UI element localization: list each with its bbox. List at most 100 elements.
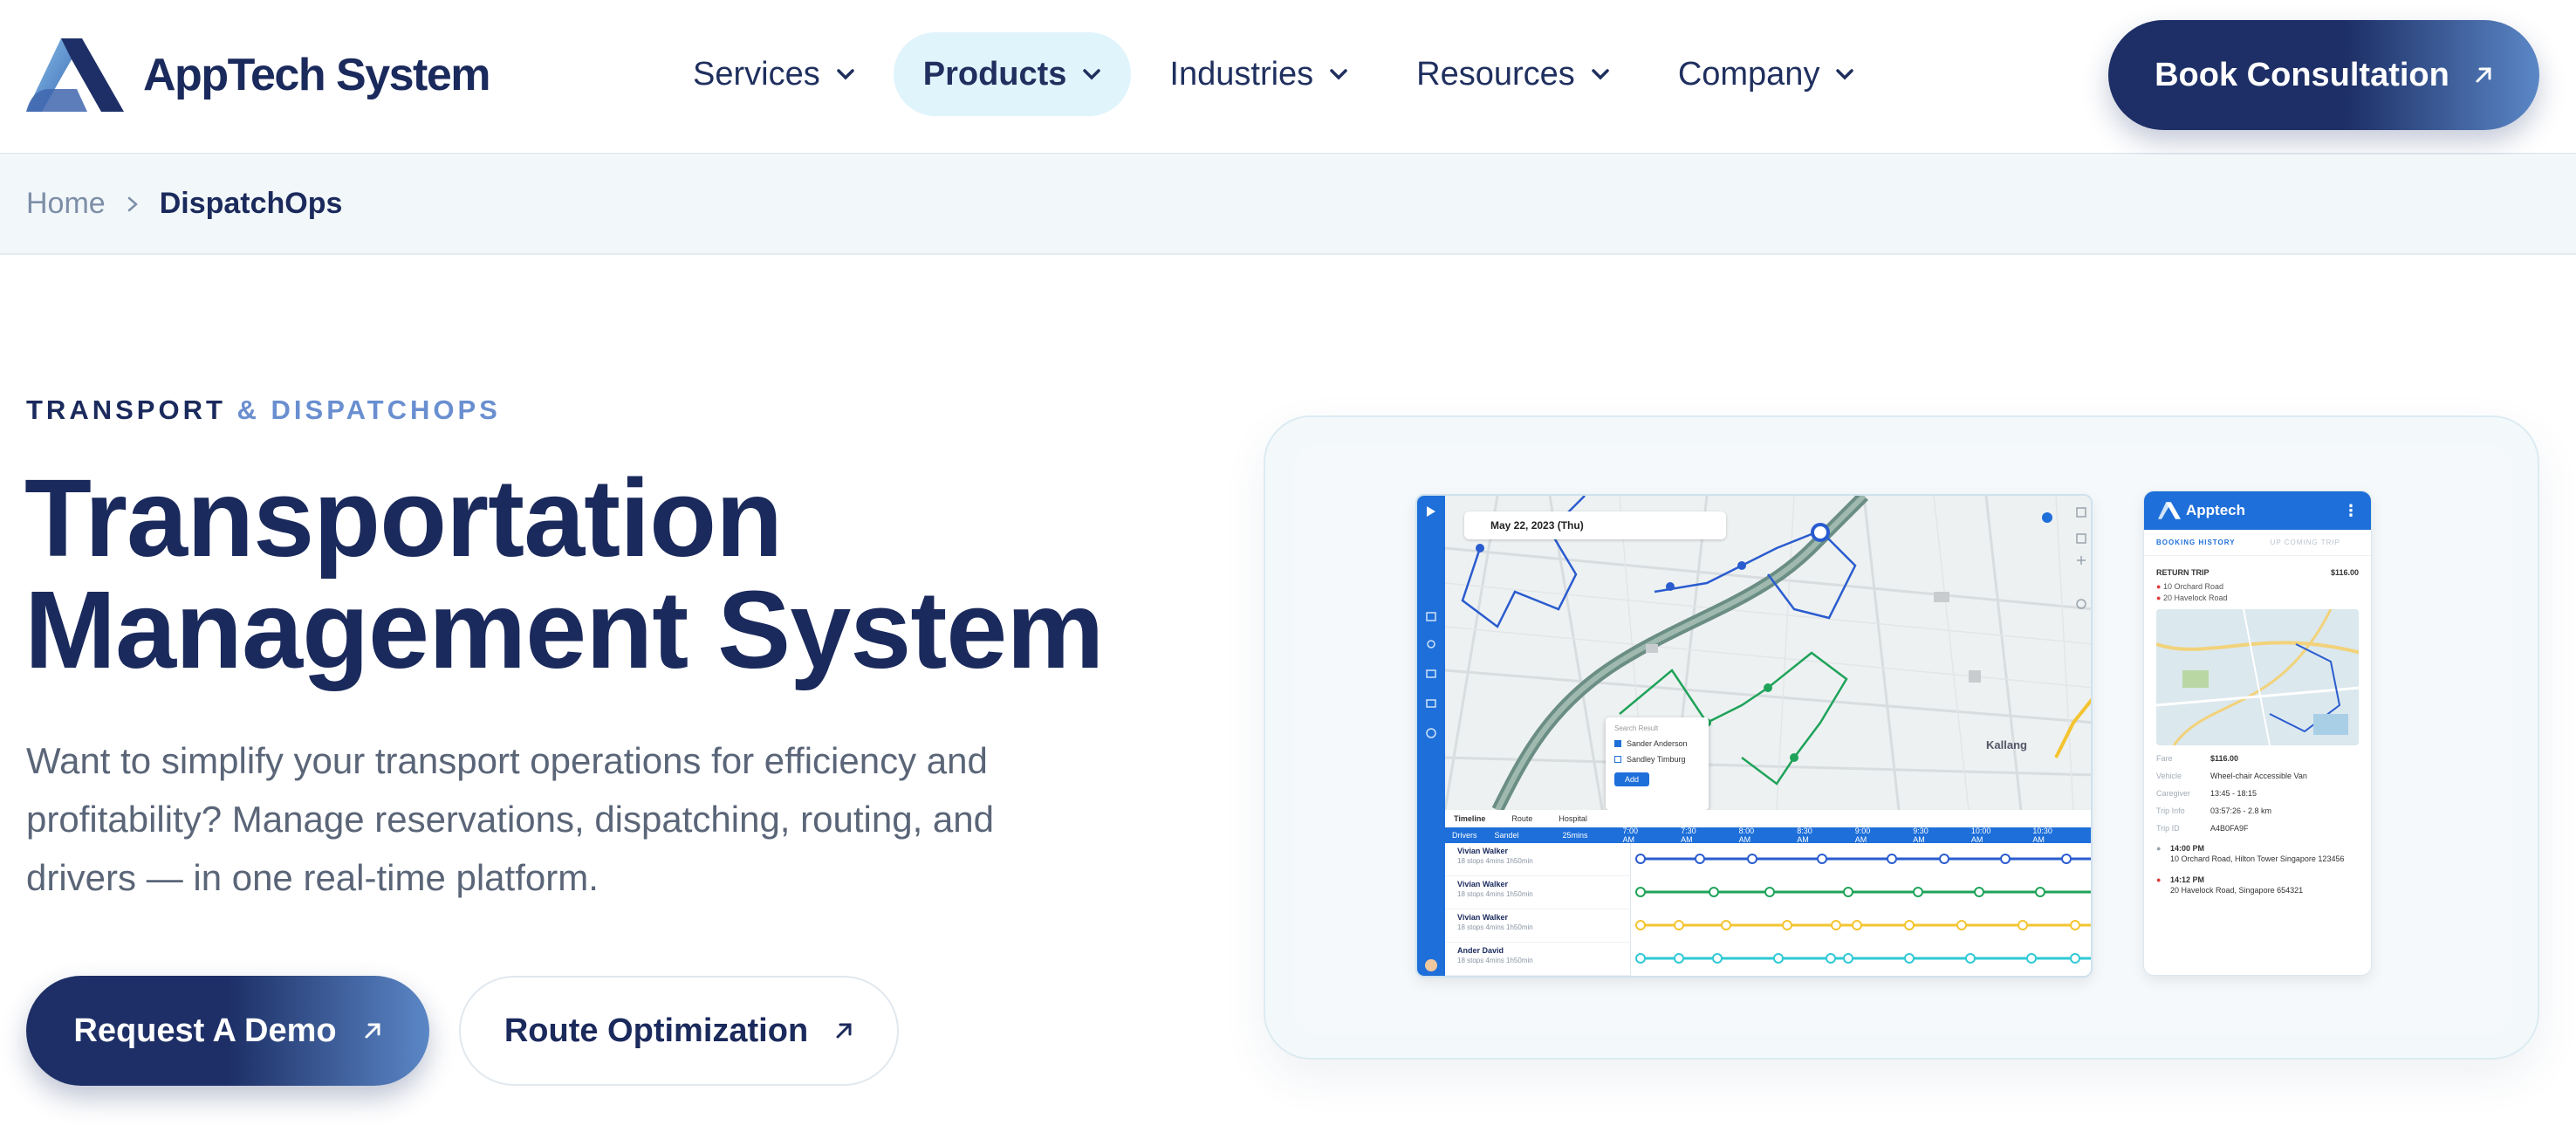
nav-item-company[interactable]: Company <box>1648 32 1885 116</box>
arrow-up-right-icon <box>836 1023 852 1039</box>
trip-from: ● 10 Orchard Road <box>2156 582 2359 591</box>
nav-label: Company <box>1677 55 1820 93</box>
driver-name: Vivian Walker <box>1457 847 1509 855</box>
hero-description: Want to simplify your transport operatio… <box>26 740 994 898</box>
tab-upcoming-trip[interactable]: UP COMING TRIP <box>2271 539 2340 546</box>
book-consultation-button[interactable]: Book Consultation <box>2108 20 2539 130</box>
add-driver-button[interactable]: Add <box>1614 772 1649 786</box>
driver-row[interactable]: Vivian Walker 18 stops 4mins 1h50min <box>1445 876 1630 909</box>
trip-details: RETURN TRIP $116.00 ● 10 Orchard Road ● … <box>2144 556 2371 904</box>
checkbox-icon <box>1614 756 1621 763</box>
main-nav: Services Products Industries Resources C… <box>663 32 1893 116</box>
route-map-graphic: Kallang <box>1443 496 2091 813</box>
timeline-tracks <box>1635 854 2091 964</box>
search-popup-title: Search Result <box>1614 724 1659 732</box>
time-slot: 10:00 AM <box>1970 827 1991 844</box>
trip-to: ● 20 Havelock Road <box>2156 594 2359 602</box>
map-district-label: Kallang <box>1986 738 2027 751</box>
nav-label: Industries <box>1169 55 1314 93</box>
trip-price: $116.00 <box>2330 568 2359 577</box>
breadcrumb-home-link[interactable]: Home <box>26 187 106 221</box>
trip-stop: ● 14:12 PM 20 Havelock Road, Singapore 6… <box>2156 875 2359 895</box>
time-slot: 10:30 AM <box>2032 827 2052 844</box>
field-key: Trip Info <box>2156 806 2185 815</box>
chevron-down-icon <box>1836 69 1854 80</box>
time-slot: 7:30 AM <box>1681 827 1696 844</box>
trip-field: Trip ID A4B0FA9F <box>2156 824 2359 833</box>
brand-name: AppTech System <box>143 50 491 100</box>
tab-route[interactable]: Route <box>1511 814 1532 823</box>
drivers-column-label: Drivers <box>1452 831 1477 840</box>
dashboard-sidebar-icons <box>1425 506 1437 971</box>
tab-hospital[interactable]: Hospital <box>1559 814 1587 823</box>
route-optimization-button[interactable]: Route Optimization <box>459 976 899 1086</box>
search-option[interactable]: Sandley Timburg <box>1614 755 1700 764</box>
trip-field: Trip Info 03:57:26 - 2.8 km <box>2156 806 2359 815</box>
driver-row[interactable]: Ander David 18 stops 4mins 1h50min <box>1445 943 1630 976</box>
trip-from-address: 10 Orchard Road <box>2162 582 2223 591</box>
time-slot: 7:00 AM <box>1622 827 1639 844</box>
interval-select[interactable]: 25mins <box>1563 831 1588 840</box>
more-vertical-icon[interactable]: ⋮ <box>2343 502 2359 520</box>
request-demo-button[interactable]: Request A Demo <box>26 976 429 1086</box>
field-value: 13:45 - 18:15 <box>2210 789 2257 798</box>
brand-logo[interactable]: AppTech System <box>26 38 491 112</box>
mobile-tabs: BOOKING HISTORY UP COMING TRIP <box>2144 530 2371 556</box>
field-value: Wheel-chair Accessible Van <box>2210 772 2307 780</box>
nav-label: Services <box>693 55 820 93</box>
driver-row[interactable]: Vivian Walker 18 stops 4mins 1h50min <box>1445 843 1630 876</box>
driver-meta: 18 stops 4mins 1h50min <box>1457 857 1533 865</box>
tab-timeline[interactable]: Timeline <box>1454 814 1485 823</box>
trip-map <box>2156 609 2359 745</box>
driver-filter[interactable]: Sandel <box>1495 831 1519 840</box>
search-option-label: Sander Anderson <box>1627 739 1688 748</box>
site-header: AppTech System Services Products Industr… <box>0 0 2576 154</box>
date-picker[interactable]: May 22, 2023 (Thu) <box>1464 511 1726 539</box>
cta-label: Book Consultation <box>2155 56 2449 93</box>
stop-address: 10 Orchard Road, Hilton Tower Singapore … <box>2170 854 2345 863</box>
timeline-tabs: Timeline Route Hospital <box>1445 810 2091 827</box>
nav-item-industries[interactable]: Industries <box>1140 32 1378 116</box>
search-option-label: Sandley Timburg <box>1627 755 1686 764</box>
eyebrow-secondary: & DISPATCHOPS <box>236 395 501 425</box>
trip-stop: ● 14:00 PM 10 Orchard Road, Hilton Tower… <box>2156 843 2359 864</box>
chevron-down-icon <box>1083 69 1101 80</box>
nav-item-products[interactable]: Products <box>893 32 1132 116</box>
nav-item-resources[interactable]: Resources <box>1387 32 1640 116</box>
route-optimization-label: Route Optimization <box>504 1012 809 1049</box>
driver-meta: 18 stops 4mins 1h50min <box>1457 923 1533 931</box>
field-value: 03:57:26 - 2.8 km <box>2210 806 2272 815</box>
breadcrumb-current: DispatchOps <box>159 187 343 220</box>
stop-address: 20 Havelock Road, Singapore 654321 <box>2170 886 2304 895</box>
time-slot: 8:30 AM <box>1797 827 1812 844</box>
nav-item-services[interactable]: Services <box>663 32 885 116</box>
nav-label: Resources <box>1416 55 1575 93</box>
time-slot: 9:30 AM <box>1913 827 1929 844</box>
dispatch-dashboard-mockup: Kallang May 22, 2023 (Thu) Search Result… <box>1415 494 2093 978</box>
apptech-logo-icon <box>26 38 124 112</box>
search-option[interactable]: Sander Anderson <box>1614 739 1700 748</box>
stop-time: 14:00 PM <box>2170 844 2205 853</box>
mobile-app-name: Apptech <box>2186 502 2245 518</box>
field-value: A4B0FA9F <box>2210 824 2249 833</box>
pin-icon: ● <box>2156 582 2162 591</box>
trip-field: Caregiver 13:45 - 18:15 <box>2156 789 2359 798</box>
time-slot: 9:00 AM <box>1854 827 1871 844</box>
request-demo-label: Request A Demo <box>73 1012 337 1049</box>
eyebrow-primary: TRANSPORT <box>26 395 226 425</box>
time-slot: 8:00 AM <box>1738 827 1755 844</box>
trip-summary: RETURN TRIP $116.00 <box>2156 568 2359 577</box>
chevron-down-icon <box>836 69 854 80</box>
breadcrumb-bar: Home DispatchOps <box>0 155 2576 255</box>
date-value: May 22, 2023 (Thu) <box>1490 519 1584 532</box>
trip-map-graphic <box>2156 609 2359 745</box>
field-key: Vehicle <box>2156 772 2182 780</box>
driver-name: Ander David <box>1457 946 1504 955</box>
driver-search-popup: Search Result Sander Anderson Sandley Ti… <box>1606 717 1709 810</box>
checkbox-checked-icon <box>1614 740 1621 747</box>
title-line-1: Transportation <box>24 456 783 580</box>
breadcrumb: Home DispatchOps <box>26 187 342 221</box>
tab-booking-history[interactable]: BOOKING HISTORY <box>2156 539 2236 546</box>
driver-row[interactable]: Vivian Walker 18 stops 4mins 1h50min <box>1445 909 1630 943</box>
chevron-down-icon <box>1330 69 1347 80</box>
